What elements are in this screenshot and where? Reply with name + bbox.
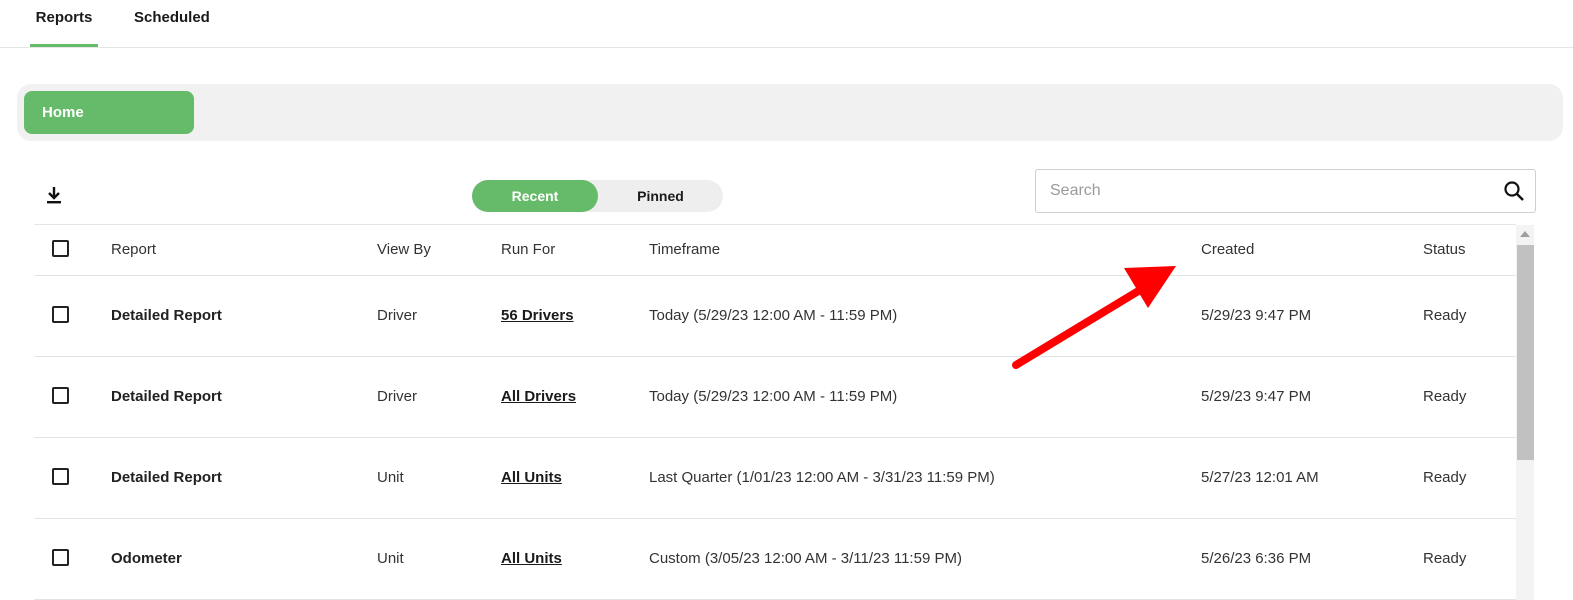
created-value: 5/29/23 9:47 PM: [1201, 388, 1312, 405]
run-for-link[interactable]: All Units: [501, 519, 562, 599]
table-row[interactable]: Odometer Unit All Units Custom (3/05/23 …: [34, 519, 1516, 600]
status-value: Ready: [1423, 307, 1467, 324]
search-icon[interactable]: [1503, 180, 1525, 202]
search-box: [1035, 169, 1536, 213]
table-header-row: Report View By Run For Timeframe Created…: [34, 225, 1516, 276]
breadcrumb-home[interactable]: Home: [24, 91, 194, 134]
report-name: Detailed Report: [111, 307, 222, 324]
run-for-link[interactable]: 56 Drivers: [501, 276, 574, 356]
column-header-report[interactable]: Report: [111, 225, 156, 275]
select-all-checkbox[interactable]: [52, 240, 69, 258]
table-row[interactable]: Detailed Report Driver 56 Drivers Today …: [34, 276, 1516, 357]
report-name: Detailed Report: [111, 388, 222, 405]
tab-scheduled[interactable]: Scheduled: [134, 0, 210, 47]
view-by-value: Driver: [377, 307, 417, 324]
row-checkbox[interactable]: [52, 306, 69, 324]
download-icon[interactable]: [44, 184, 64, 206]
view-by-value: Unit: [377, 550, 404, 567]
scroll-up-icon[interactable]: [1520, 231, 1530, 237]
scrollbar-thumb[interactable]: [1517, 245, 1534, 460]
timeframe-value: Today (5/29/23 12:00 AM - 11:59 PM): [649, 307, 898, 324]
view-by-value: Unit: [377, 469, 404, 486]
status-value: Ready: [1423, 550, 1467, 567]
row-checkbox[interactable]: [52, 387, 69, 405]
status-value: Ready: [1423, 388, 1467, 405]
status-value: Ready: [1423, 469, 1467, 486]
timeframe-value: Last Quarter (1/01/23 12:00 AM - 3/31/23…: [649, 469, 995, 486]
column-header-timeframe[interactable]: Timeframe: [649, 225, 720, 275]
table-row[interactable]: Detailed Report Driver All Drivers Today…: [34, 357, 1516, 438]
run-for-link[interactable]: All Units: [501, 438, 562, 518]
timeframe-value: Today (5/29/23 12:00 AM - 11:59 PM): [649, 388, 898, 405]
table-row[interactable]: Detailed Report Unit All Units Last Quar…: [34, 438, 1516, 519]
column-header-view-by[interactable]: View By: [377, 225, 431, 275]
view-by-value: Driver: [377, 388, 417, 405]
created-value: 5/26/23 6:36 PM: [1201, 550, 1312, 567]
search-input[interactable]: [1050, 170, 1490, 212]
report-name: Detailed Report: [111, 469, 222, 486]
report-name: Odometer: [111, 550, 182, 567]
column-header-status[interactable]: Status: [1423, 225, 1466, 275]
timeframe-value: Custom (3/05/23 12:00 AM - 3/11/23 11:59…: [649, 550, 962, 567]
column-header-created[interactable]: Created: [1201, 225, 1254, 275]
breadcrumb: Home: [17, 84, 1563, 141]
run-for-link[interactable]: All Drivers: [501, 357, 576, 437]
created-value: 5/27/23 12:01 AM: [1201, 469, 1319, 486]
row-checkbox[interactable]: [52, 468, 69, 486]
pinned-toggle-button[interactable]: Pinned: [598, 180, 723, 212]
column-header-run-for[interactable]: Run For: [501, 225, 555, 275]
tab-reports[interactable]: Reports: [30, 0, 98, 47]
view-toggle: Recent Pinned: [472, 180, 723, 212]
recent-toggle-button[interactable]: Recent: [472, 180, 598, 212]
created-value: 5/29/23 9:47 PM: [1201, 307, 1312, 324]
top-tab-bar: Reports Scheduled: [0, 0, 1573, 48]
row-checkbox[interactable]: [52, 549, 69, 567]
